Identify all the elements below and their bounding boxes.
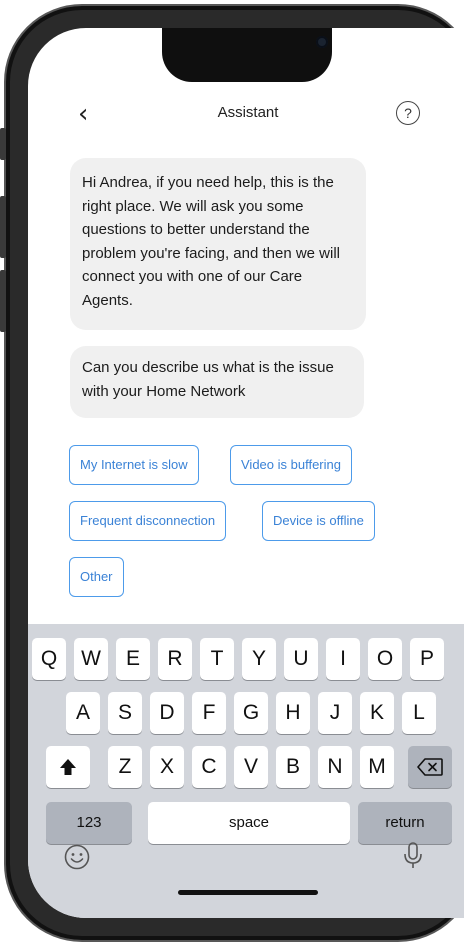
- shift-key[interactable]: [46, 746, 90, 788]
- key-d[interactable]: D: [150, 692, 184, 734]
- camera-icon: [316, 36, 328, 48]
- key-f[interactable]: F: [192, 692, 226, 734]
- key-h[interactable]: H: [276, 692, 310, 734]
- back-button[interactable]: ‹: [78, 100, 108, 130]
- key-z[interactable]: Z: [108, 746, 142, 788]
- assistant-message: Hi Andrea, if you need help, this is the…: [70, 158, 366, 330]
- keyboard: Q W E R T Y U I O P A S D F G H J K L Z …: [28, 624, 464, 918]
- key-g[interactable]: G: [234, 692, 268, 734]
- backspace-icon: [417, 758, 443, 776]
- question-mark-icon: ?: [404, 105, 412, 121]
- volume-up-button: [0, 196, 6, 258]
- key-y[interactable]: Y: [242, 638, 276, 680]
- key-n[interactable]: N: [318, 746, 352, 788]
- shift-arrow-icon: [60, 759, 76, 775]
- key-j[interactable]: J: [318, 692, 352, 734]
- notch: [162, 28, 332, 82]
- microphone-icon[interactable]: [403, 842, 423, 870]
- quick-reply-frequent-disconnection[interactable]: Frequent disconnection: [69, 501, 227, 541]
- quick-reply-video-buffering[interactable]: Video is buffering: [230, 445, 352, 485]
- emoji-icon[interactable]: [64, 844, 90, 870]
- return-key[interactable]: return: [358, 802, 452, 844]
- key-k[interactable]: K: [360, 692, 394, 734]
- key-r[interactable]: R: [158, 638, 192, 680]
- delete-key[interactable]: [408, 746, 452, 788]
- key-e[interactable]: E: [116, 638, 150, 680]
- mute-switch: [0, 128, 6, 160]
- key-u[interactable]: U: [284, 638, 318, 680]
- chevron-left-icon: ‹: [78, 99, 89, 129]
- key-l[interactable]: L: [402, 692, 436, 734]
- key-o[interactable]: O: [368, 638, 402, 680]
- key-t[interactable]: T: [200, 638, 234, 680]
- key-q[interactable]: Q: [32, 638, 66, 680]
- help-button[interactable]: ?: [396, 101, 420, 125]
- page-title: Assistant: [217, 104, 279, 121]
- assistant-message: Can you describe us what is the issue wi…: [70, 346, 364, 418]
- quick-reply-internet-slow[interactable]: My Internet is slow: [69, 445, 199, 485]
- key-m[interactable]: M: [360, 746, 394, 788]
- home-indicator: [178, 890, 318, 895]
- key-a[interactable]: A: [66, 692, 100, 734]
- screen: ‹ Assistant ? Hi Andrea, if you need hel…: [28, 28, 464, 918]
- key-w[interactable]: W: [74, 638, 108, 680]
- key-p[interactable]: P: [410, 638, 444, 680]
- key-v[interactable]: V: [234, 746, 268, 788]
- key-c[interactable]: C: [192, 746, 226, 788]
- key-i[interactable]: I: [326, 638, 360, 680]
- volume-down-button: [0, 270, 6, 332]
- numbers-key[interactable]: 123: [46, 802, 132, 844]
- key-s[interactable]: S: [108, 692, 142, 734]
- nav-bar: ‹ Assistant ?: [28, 100, 464, 130]
- quick-reply-other[interactable]: Other: [69, 557, 124, 597]
- key-b[interactable]: B: [276, 746, 310, 788]
- quick-reply-device-offline[interactable]: Device is offline: [262, 501, 375, 541]
- key-x[interactable]: X: [150, 746, 184, 788]
- space-key[interactable]: space: [148, 802, 350, 844]
